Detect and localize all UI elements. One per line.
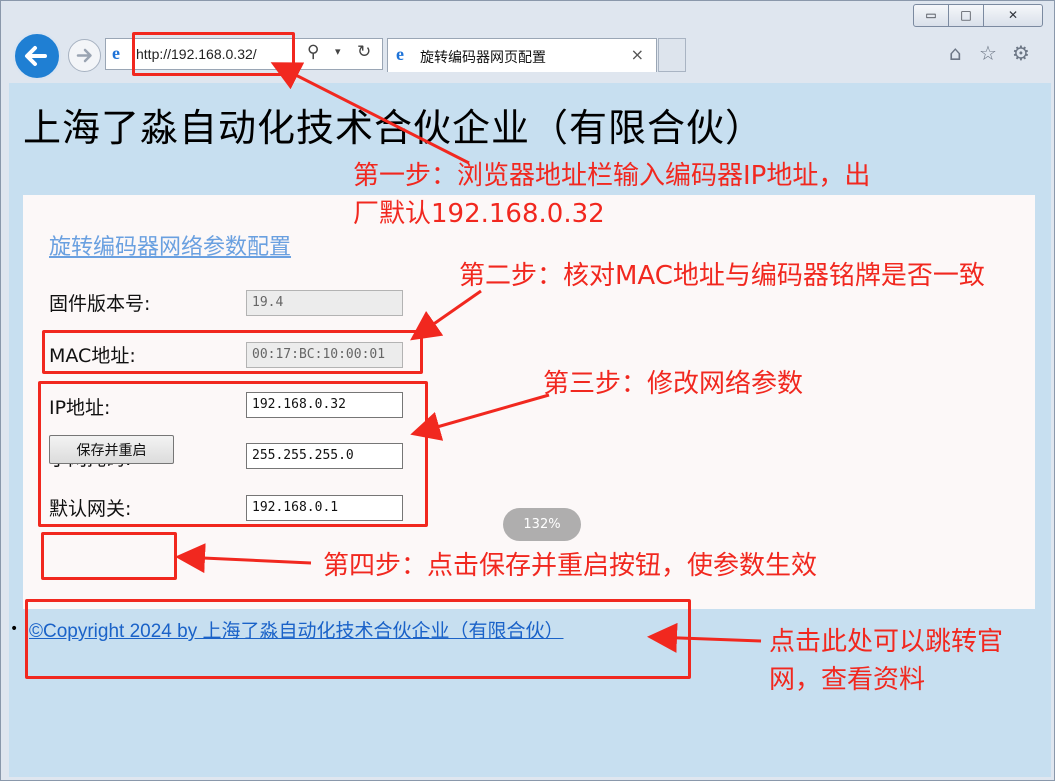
tab-close-icon[interactable]: × xyxy=(631,45,644,64)
maximize-button[interactable]: □ xyxy=(948,4,984,27)
zoom-indicator: 132% xyxy=(503,508,581,541)
refresh-icon[interactable]: ↻ xyxy=(357,42,371,62)
tab-active[interactable]: e 旋转编码器网页配置 × xyxy=(387,38,657,72)
annotation-step5-line2: 网，查看资料 xyxy=(769,665,926,695)
config-title-link[interactable]: 旋转编码器网络参数配置 xyxy=(49,229,291,261)
annotation-box-mac xyxy=(42,330,423,374)
annotation-step2: 第二步：核对MAC地址与编码器铭牌是否一致 xyxy=(459,261,985,291)
back-arrow-icon xyxy=(25,46,47,66)
annotation-box-save xyxy=(41,532,177,580)
annotation-step5-line1: 点击此处可以跳转官 xyxy=(769,627,1004,657)
search-icon[interactable]: ⚲ xyxy=(307,42,319,62)
back-button[interactable] xyxy=(13,32,61,80)
annotation-step3: 第三步：修改网络参数 xyxy=(543,369,804,399)
annotation-step4: 第四步：点击保存并重启按钮，使参数生效 xyxy=(323,551,818,581)
forward-button[interactable] xyxy=(68,39,101,72)
favorites-star-icon[interactable]: ☆ xyxy=(979,41,997,65)
ie-logo-icon: e xyxy=(112,43,120,63)
ie-logo-icon: e xyxy=(396,44,404,64)
forward-arrow-icon xyxy=(76,48,92,63)
list-bullet: • xyxy=(10,621,19,637)
annotation-step1-line1: 第一步：浏览器地址栏输入编码器IP地址，出 xyxy=(353,161,871,191)
firmware-label: 固件版本号: xyxy=(49,293,151,315)
annotation-step1-line2: 厂默认192.168.0.32 xyxy=(353,199,605,229)
firmware-field: 19.4 xyxy=(246,290,403,316)
new-tab-button[interactable] xyxy=(658,38,686,72)
close-window-button[interactable]: ✕ xyxy=(983,4,1043,27)
annotation-box-copyright xyxy=(25,599,691,679)
browser-window: ▭ □ ✕ e http://192.168.0.32/ ⚲ ▾ ↻ e 旋转编… xyxy=(0,0,1055,781)
settings-gear-icon[interactable]: ⚙ xyxy=(1012,41,1030,65)
home-icon[interactable]: ⌂ xyxy=(949,41,962,65)
company-heading: 上海了淼自动化技术合伙企业（有限合伙） xyxy=(23,106,765,150)
annotation-box-network xyxy=(38,381,428,527)
tab-title: 旋转编码器网页配置 xyxy=(420,50,546,66)
dropdown-icon[interactable]: ▾ xyxy=(335,45,341,58)
minimize-button[interactable]: ▭ xyxy=(913,4,949,27)
annotation-box-address xyxy=(132,32,295,76)
